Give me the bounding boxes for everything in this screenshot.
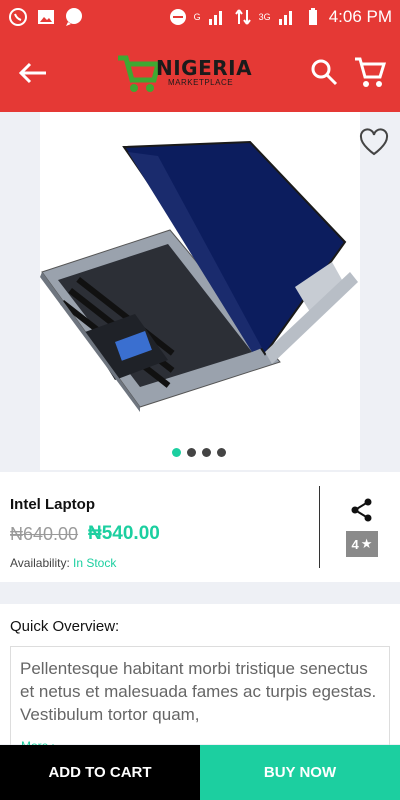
back-button[interactable]: [16, 56, 50, 90]
carousel-dot[interactable]: [187, 448, 196, 457]
logo-subtitle: MARKETPLACE: [168, 78, 234, 87]
overview-card: Quick Overview: Pellentesque habitant mo…: [0, 604, 400, 756]
status-bar: G 3G 4:06 PM: [0, 0, 400, 34]
heart-icon: [359, 128, 389, 156]
laptop-image: [40, 140, 358, 412]
carousel-dot[interactable]: [217, 448, 226, 457]
cart-logo-icon: [118, 55, 160, 92]
rating-badge[interactable]: 4 ★: [346, 531, 378, 557]
data-transfer-icon: [234, 9, 251, 25]
add-to-cart-button[interactable]: ADD TO CART: [0, 745, 200, 800]
bottom-action-bar: ADD TO CART BUY NOW: [0, 745, 400, 800]
network-3g-label: 3G: [258, 12, 271, 22]
carousel-indicators: [172, 448, 226, 457]
app-logo[interactable]: NIGERIA MARKETPLACE: [116, 52, 252, 96]
old-price: ₦640.00: [10, 524, 79, 544]
divider: [319, 486, 320, 568]
image-icon: [38, 10, 54, 24]
carousel-dot[interactable]: [202, 448, 211, 457]
star-icon: ★: [360, 536, 373, 551]
overview-box: Pellentesque habitant morbi tristique se…: [10, 646, 390, 756]
back-arrow-icon: [18, 62, 46, 84]
carousel-dot-active[interactable]: [172, 448, 181, 457]
product-image-carousel[interactable]: [40, 112, 360, 470]
overview-text: Pellentesque habitant morbi tristique se…: [20, 659, 377, 724]
availability-label: Availability:: [10, 556, 70, 570]
signal-icon: [278, 11, 292, 25]
buy-now-button[interactable]: BUY NOW: [200, 745, 400, 800]
chat-icon: [66, 8, 82, 26]
network-g-label: G: [193, 12, 201, 22]
favorite-button[interactable]: [358, 126, 390, 158]
search-button[interactable]: [308, 56, 340, 88]
share-button[interactable]: [348, 496, 376, 524]
battery-icon: [308, 8, 317, 25]
whatsapp-icon: [9, 8, 27, 26]
availability-value: In Stock: [73, 556, 117, 570]
status-notifications: [8, 7, 84, 27]
status-time: 4:06 PM: [328, 7, 392, 26]
new-price: ₦540.00: [88, 523, 160, 544]
rating-value: 4: [351, 536, 359, 552]
overview-title: Quick Overview:: [10, 618, 120, 635]
logo-title: NIGERIA: [156, 56, 253, 80]
signal-icon: [208, 11, 222, 25]
shopping-cart-icon: [355, 57, 387, 87]
cart-button[interactable]: [352, 54, 388, 90]
search-icon: [311, 59, 338, 86]
app-bar: NIGERIA MARKETPLACE: [0, 34, 400, 112]
product-name: Intel Laptop: [10, 496, 95, 513]
share-icon: [351, 498, 372, 522]
dnd-icon: [169, 9, 186, 25]
status-system: G 3G 4:06 PM: [168, 7, 392, 27]
product-info-card: Intel Laptop ₦640.00 ₦540.00 Availabilit…: [0, 472, 400, 582]
